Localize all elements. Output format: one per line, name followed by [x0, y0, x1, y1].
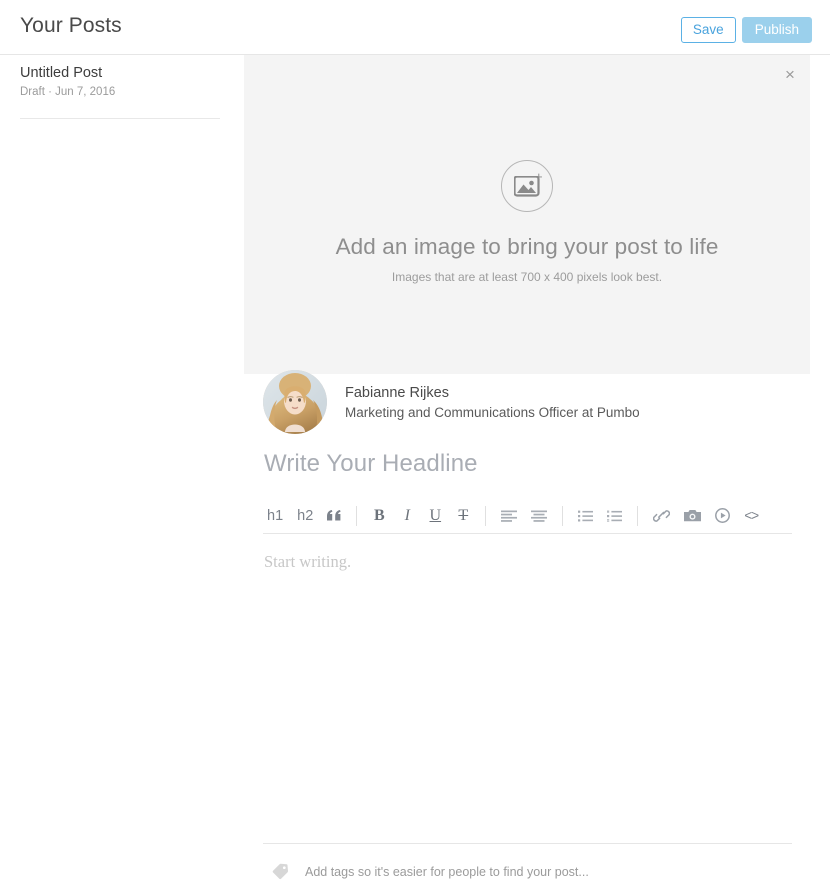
toolbar-separator-4	[637, 505, 639, 526]
sidebar-post-title: Untitled Post	[20, 65, 103, 81]
body-editor[interactable]: Start writing.	[264, 552, 351, 572]
video-button[interactable]	[711, 503, 734, 529]
bold-button[interactable]: B	[368, 503, 390, 529]
header-actions: Save Publish	[680, 17, 812, 43]
hero-headline: Add an image to bring your post to life	[335, 234, 719, 259]
sidebar-divider	[20, 118, 220, 119]
sidebar-post-meta: Draft · Jun 7, 2016	[20, 86, 116, 98]
hero-subtext: Images that are at least 700 x 400 pixel…	[391, 270, 663, 284]
camera-icon	[684, 510, 702, 522]
heading-2-label: h2	[297, 507, 314, 524]
hero-prompt: + Add an image to bring your post to lif…	[244, 160, 810, 284]
numbered-list-button[interactable]	[603, 503, 626, 529]
plus-icon: +	[535, 169, 543, 184]
page-title: Your Posts	[20, 14, 122, 37]
quote-icon	[327, 510, 341, 521]
italic-label: I	[404, 506, 410, 524]
heading-1-button[interactable]: h1	[263, 503, 287, 529]
numbered-list-icon	[607, 510, 623, 522]
author-text: Fabianne Rijkes Marketing and Communicat…	[345, 385, 640, 420]
posts-sidebar: Untitled Post Draft · Jun 7, 2016	[0, 55, 244, 892]
close-icon[interactable]: ×	[781, 66, 799, 84]
align-left-icon	[501, 510, 518, 522]
underline-label: U	[429, 506, 442, 524]
tags-input-row[interactable]: Add tags so it's easier for people to fi…	[272, 863, 589, 880]
sidebar-post-item[interactable]: Untitled Post Draft · Jun 7, 2016	[20, 65, 220, 98]
app-header: Your Posts Save Publish	[0, 0, 830, 55]
video-play-icon	[715, 508, 731, 523]
tag-icon	[272, 863, 289, 880]
align-center-icon	[531, 510, 548, 522]
underline-button[interactable]: U	[424, 503, 446, 529]
toolbar-separator-3	[562, 505, 564, 526]
author-block: Fabianne Rijkes Marketing and Communicat…	[263, 370, 640, 434]
editor-toolbar: h1 h2 B I U T <>	[263, 498, 792, 534]
link-icon	[653, 509, 671, 522]
toolbar-separator-1	[356, 505, 358, 526]
add-image-icon: +	[501, 160, 553, 212]
post-editor-app: Your Posts Save Publish Untitled Post Dr…	[0, 0, 830, 892]
toolbar-separator-2	[485, 505, 487, 526]
italic-button[interactable]: I	[396, 503, 418, 529]
headline-input[interactable]: Write Your Headline	[264, 450, 804, 478]
link-button[interactable]	[649, 503, 674, 529]
bulleted-list-button[interactable]	[574, 503, 597, 529]
bulleted-list-icon	[578, 510, 594, 521]
author-role: Marketing and Communications Officer at …	[345, 404, 640, 420]
publish-button[interactable]: Publish	[741, 17, 812, 43]
image-button[interactable]	[680, 503, 705, 529]
code-label: <>	[744, 508, 759, 523]
tags-placeholder: Add tags so it's easier for people to fi…	[305, 864, 589, 879]
align-left-button[interactable]	[497, 503, 521, 529]
save-button[interactable]: Save	[680, 17, 736, 43]
bold-label: B	[373, 506, 385, 524]
blockquote-button[interactable]	[323, 503, 345, 529]
heading-1-label: h1	[267, 507, 284, 524]
avatar[interactable]	[263, 370, 327, 434]
hero-image-dropzone[interactable]: × + Add an image to bring your post to l…	[244, 55, 810, 374]
strikethrough-button[interactable]: T	[452, 503, 474, 529]
strikethrough-label: T	[458, 506, 469, 524]
author-name: Fabianne Rijkes	[345, 384, 449, 401]
align-center-button[interactable]	[527, 503, 551, 529]
post-main-column: × + Add an image to bring your post to l…	[244, 55, 830, 892]
code-button[interactable]: <>	[740, 503, 762, 529]
heading-2-button[interactable]: h2	[293, 503, 317, 529]
tags-divider	[263, 843, 792, 844]
